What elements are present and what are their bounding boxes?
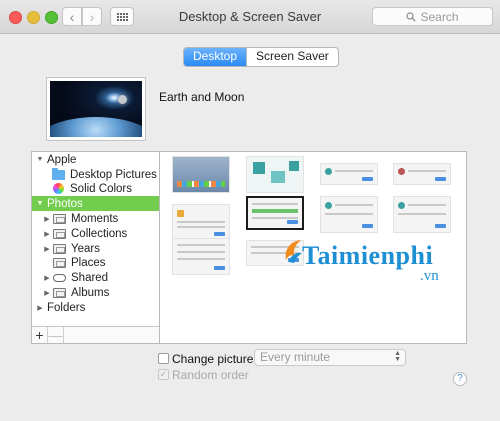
taimienphi-logo-icon	[285, 240, 302, 263]
close-window-button[interactable]	[9, 11, 22, 24]
sidebar-item-years[interactable]: ▶ Years	[32, 241, 159, 256]
album-icon	[53, 257, 66, 268]
disclosure-collapsed-icon[interactable]: ▶	[43, 230, 51, 238]
change-interval-value: Every minute	[260, 350, 331, 364]
chevron-right-icon: ›	[89, 8, 95, 25]
picture-thumbnail[interactable]	[172, 156, 230, 193]
forward-button[interactable]: ›	[82, 7, 102, 26]
sidebar-item-label: Years	[71, 242, 100, 255]
sidebar-item-label: Solid Colors	[70, 182, 132, 195]
tab-bar: Desktop Screen Saver	[183, 47, 339, 67]
chevron-left-icon: ‹	[69, 8, 75, 25]
up-down-chevron-icon: ▲ ▼	[394, 350, 401, 363]
picture-thumbnail[interactable]	[172, 204, 230, 241]
add-folder-button[interactable]: +	[32, 327, 48, 343]
sidebar-item-label: Folders	[47, 301, 86, 314]
picture-thumbnail[interactable]	[246, 156, 304, 193]
window-title: Desktop & Screen Saver	[178, 9, 322, 24]
change-picture-checkbox[interactable]	[158, 353, 169, 364]
picture-thumbnail-selected[interactable]	[246, 196, 304, 230]
minimize-window-button[interactable]	[27, 11, 40, 24]
current-picture-name: Earth and Moon	[159, 90, 245, 104]
grid-icon	[116, 12, 128, 21]
sidebar-item-label: Photos	[47, 197, 83, 210]
disclosure-collapsed-icon[interactable]: ▶	[36, 304, 44, 312]
picture-thumbnail[interactable]	[393, 163, 451, 185]
sidebar-item-collections[interactable]: ▶ Collections	[32, 226, 159, 241]
sidebar-item-places[interactable]: Places	[32, 255, 159, 270]
earth-and-moon-image	[50, 81, 142, 137]
album-icon	[53, 287, 66, 298]
sidebar-item-label: Collections	[71, 227, 128, 240]
watermark-text: Taimienphi	[302, 241, 434, 270]
back-button[interactable]: ‹	[62, 7, 82, 26]
random-order-label[interactable]: Random order	[172, 368, 249, 382]
disclosure-collapsed-icon[interactable]: ▶	[43, 274, 51, 282]
sidebar-item-label: Shared	[71, 271, 109, 284]
checkmark-icon: ✓	[159, 369, 168, 379]
color-wheel-icon	[53, 183, 64, 194]
sidebar-item-photos[interactable]: ▼ Photos	[32, 196, 159, 211]
sidebar-item-label: Places	[71, 256, 106, 269]
search-placeholder: Search	[420, 9, 459, 24]
cloud-icon	[53, 273, 66, 282]
sidebar-item-label: Apple	[47, 153, 77, 166]
current-picture-preview	[46, 77, 146, 141]
sidebar-item-label: Albums	[71, 286, 110, 299]
search-field[interactable]: Search	[372, 7, 493, 26]
zoom-window-button[interactable]	[45, 11, 58, 24]
change-picture-label[interactable]: Change picture:	[172, 352, 257, 366]
folder-icon	[52, 167, 65, 180]
picture-thumbnail[interactable]	[393, 196, 451, 233]
album-icon	[53, 213, 66, 224]
tab-desktop[interactable]: Desktop	[184, 48, 247, 66]
title-bar: ‹ › Desktop & Screen Saver Search	[0, 0, 500, 34]
watermark-suffix: .vn	[420, 268, 439, 284]
disclosure-collapsed-icon[interactable]: ▶	[43, 289, 51, 297]
random-order-checkbox[interactable]: ✓	[158, 369, 169, 380]
disclosure-expanded-icon[interactable]: ▼	[36, 156, 44, 163]
picture-thumbnail[interactable]	[320, 163, 378, 185]
remove-folder-button[interactable]: —	[48, 327, 64, 343]
preferences-window: ‹ › Desktop & Screen Saver Search Deskto…	[0, 0, 500, 421]
source-list: ▼ Apple Desktop Pictures Solid Colors ▼ …	[31, 151, 160, 344]
help-button[interactable]: ?	[453, 372, 467, 386]
sidebar-item-moments[interactable]: ▶ Moments	[32, 211, 159, 226]
sidebar-item-desktop-pictures[interactable]: Desktop Pictures	[32, 167, 159, 182]
album-icon	[53, 228, 66, 239]
show-all-button[interactable]	[110, 7, 134, 26]
source-list-footer: + —	[32, 326, 159, 343]
sidebar-item-shared[interactable]: ▶ Shared	[32, 270, 159, 285]
disclosure-expanded-icon[interactable]: ▼	[36, 200, 44, 207]
disclosure-collapsed-icon[interactable]: ▶	[43, 215, 51, 223]
tab-screen-saver[interactable]: Screen Saver	[246, 48, 338, 66]
picture-thumbnail[interactable]	[172, 238, 230, 275]
disclosure-collapsed-icon[interactable]: ▶	[43, 245, 51, 253]
picture-thumbnail[interactable]	[320, 196, 378, 233]
sidebar-item-label: Desktop Pictures	[70, 168, 157, 181]
search-icon	[406, 11, 417, 22]
sidebar-item-albums[interactable]: ▶ Albums	[32, 285, 159, 300]
sidebar-item-apple[interactable]: ▼ Apple	[32, 152, 159, 167]
sidebar-item-solid-colors[interactable]: Solid Colors	[32, 181, 159, 196]
sidebar-item-folders[interactable]: ▶ Folders	[32, 300, 159, 315]
sidebar-item-label: Moments	[71, 212, 119, 225]
album-icon	[53, 243, 66, 254]
change-interval-select[interactable]: Every minute ▲ ▼	[254, 349, 406, 366]
